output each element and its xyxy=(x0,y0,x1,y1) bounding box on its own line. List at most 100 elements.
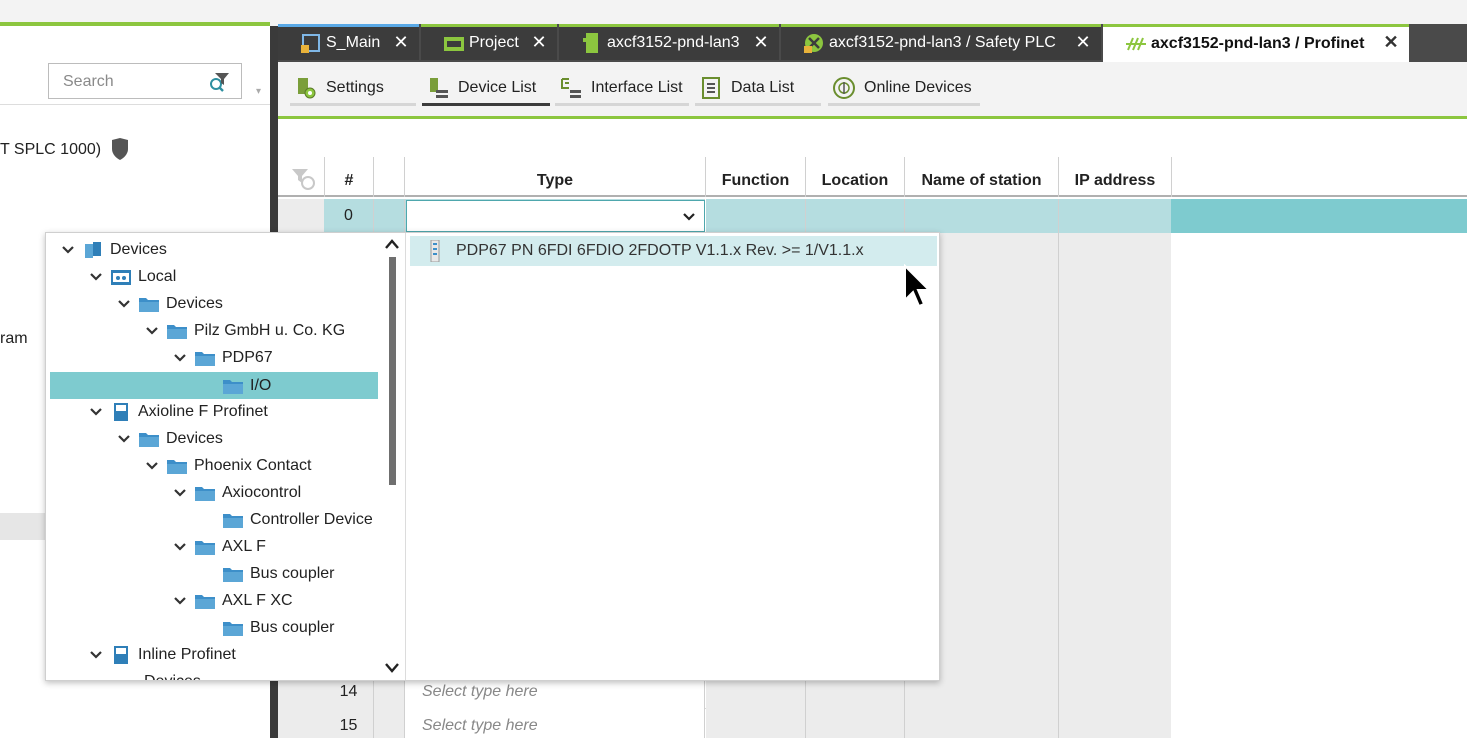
chevron-down-icon[interactable] xyxy=(172,593,188,609)
tree-scrollbar-thumb[interactable] xyxy=(389,257,396,485)
tree-node-axioline-devices[interactable]: Devices xyxy=(116,425,223,452)
data-list-button[interactable]: Data List xyxy=(695,72,821,106)
header-function[interactable]: Function xyxy=(706,157,806,197)
close-icon[interactable]: ✕ xyxy=(393,33,409,51)
header-name-of-station[interactable]: Name of station xyxy=(905,157,1059,197)
tree-node-axioline[interactable]: Axioline F Profinet xyxy=(88,398,268,425)
row-ip-cell[interactable] xyxy=(1059,675,1172,709)
chevron-down-icon[interactable] xyxy=(88,404,104,420)
row-ip-cell[interactable] xyxy=(1059,607,1172,641)
row-ip-cell[interactable] xyxy=(1059,539,1172,573)
chevron-down-icon[interactable] xyxy=(88,269,104,285)
row-ip-cell[interactable] xyxy=(1059,267,1172,301)
tree-node-bus-coupler[interactable]: Bus coupler xyxy=(222,560,335,587)
chevron-down-icon[interactable] xyxy=(144,323,160,339)
tree-node-local[interactable]: Local xyxy=(88,263,176,290)
close-icon[interactable]: ✕ xyxy=(1383,33,1399,51)
row-ip-cell[interactable] xyxy=(1059,301,1172,335)
row-type-cell[interactable]: Select type here xyxy=(405,709,705,738)
tab-s-main[interactable]: S_Main ✕ xyxy=(278,24,419,60)
tab-safety-plc[interactable]: axcf3152-pnd-lan3 / Safety PLC ✕ xyxy=(781,24,1101,60)
row-filler xyxy=(1171,607,1467,641)
divider xyxy=(0,104,270,105)
tab-controller[interactable]: axcf3152-pnd-lan3 ✕ xyxy=(559,24,779,60)
plc-program-icon xyxy=(301,34,320,53)
tree-node-label: Devices xyxy=(110,241,167,258)
tree-node-axl-f[interactable]: AXL F xyxy=(172,533,266,560)
tree-node-bus-coupler-xc[interactable]: Bus coupler xyxy=(222,614,335,641)
row-ip-cell[interactable] xyxy=(1059,471,1172,505)
result-item[interactable]: PDP67 PN 6FDI 6FDIO 2FDOTP V1.1.x Rev. >… xyxy=(410,236,937,266)
devices-icon xyxy=(85,241,101,258)
chevron-down-icon[interactable] xyxy=(88,647,104,663)
safety-plc-icon xyxy=(804,34,823,53)
row-filler xyxy=(1171,437,1467,471)
row-ip-cell[interactable] xyxy=(1059,573,1172,607)
tree-node-devices[interactable]: Devices xyxy=(60,236,167,263)
row-name-cell[interactable] xyxy=(905,199,1059,233)
row-location-cell[interactable] xyxy=(806,709,905,738)
tree-node-inline-devices[interactable]: Devices xyxy=(144,668,201,680)
tree-node-pilz[interactable]: Pilz GmbH u. Co. KG xyxy=(144,317,345,344)
tab-accent xyxy=(1103,24,1409,27)
chevron-down-icon[interactable] xyxy=(682,210,696,224)
tree-node-phoenix[interactable]: Phoenix Contact xyxy=(144,452,311,479)
chevron-down-icon[interactable] xyxy=(116,431,132,447)
row-ip-cell[interactable] xyxy=(1059,709,1172,738)
tree-node-pdp67[interactable]: PDP67 xyxy=(172,344,273,371)
header-location[interactable]: Location xyxy=(806,157,905,197)
row-ip-cell[interactable] xyxy=(1059,437,1172,471)
search-input[interactable] xyxy=(63,72,203,92)
chevron-down-icon[interactable] xyxy=(172,539,188,555)
row-name-cell[interactable] xyxy=(905,709,1059,738)
row-function-cell[interactable] xyxy=(706,199,806,233)
chevron-down-icon[interactable] xyxy=(172,350,188,366)
interface-list-button[interactable]: Interface List xyxy=(555,72,689,106)
device-list-button[interactable]: Device List xyxy=(422,72,550,106)
row-ip-cell[interactable] xyxy=(1059,233,1172,267)
row-function-cell[interactable] xyxy=(706,709,806,738)
header-ip-address[interactable]: IP address xyxy=(1059,157,1172,197)
row-ip-cell[interactable] xyxy=(1059,335,1172,369)
tree-node-label: Devices xyxy=(166,295,223,312)
chevron-up-icon[interactable] xyxy=(384,237,400,251)
tree-node-controller-device[interactable]: Controller Device xyxy=(222,506,373,533)
row-ip-cell[interactable] xyxy=(1059,641,1172,675)
tab-accent xyxy=(421,24,557,27)
header-type[interactable]: Type xyxy=(405,157,706,197)
chevron-down-icon[interactable] xyxy=(144,458,160,474)
chevron-down-icon[interactable] xyxy=(384,661,400,675)
interface-list-label: Interface List xyxy=(591,78,683,96)
row-ip-cell[interactable] xyxy=(1059,505,1172,539)
tree-node-local-devices[interactable]: Devices xyxy=(116,290,223,317)
search-options-chevron-icon[interactable]: ▾ xyxy=(256,86,266,97)
tab-project[interactable]: Project ✕ xyxy=(421,24,557,60)
table-header: # Type Function Location Name of station… xyxy=(278,157,1467,197)
tree-node-io[interactable]: I/O xyxy=(222,372,271,399)
search-box[interactable] xyxy=(48,63,242,99)
chevron-down-icon[interactable] xyxy=(172,485,188,501)
shield-icon xyxy=(112,138,128,160)
row-ip-cell[interactable] xyxy=(1059,369,1172,403)
tree-node-axiocontrol[interactable]: Axiocontrol xyxy=(172,479,301,506)
chevron-down-icon[interactable] xyxy=(116,296,132,312)
tree-node-axl-f-xc[interactable]: AXL F XC xyxy=(172,587,293,614)
chevron-down-icon[interactable] xyxy=(60,242,76,258)
online-devices-button[interactable]: Online Devices xyxy=(828,72,980,106)
tree-node-label: AXL F XC xyxy=(222,592,293,609)
row-location-cell[interactable] xyxy=(806,199,905,233)
close-icon[interactable]: ✕ xyxy=(531,33,547,51)
table-row[interactable]: 15 Select type here xyxy=(278,709,1467,738)
row-flag xyxy=(374,709,405,738)
close-icon[interactable]: ✕ xyxy=(1075,33,1091,51)
search-filter-icon[interactable] xyxy=(207,70,231,94)
row-ip-cell[interactable] xyxy=(1059,403,1172,437)
row-ip-cell[interactable] xyxy=(1059,199,1172,233)
close-icon[interactable]: ✕ xyxy=(753,33,769,51)
tab-profinet[interactable]: axcf3152-pnd-lan3 / Profinet ✕ xyxy=(1103,24,1409,62)
header-number[interactable]: # xyxy=(324,157,374,197)
settings-button[interactable]: Settings xyxy=(290,72,416,106)
tab-label: axcf3152-pnd-lan3 xyxy=(607,34,740,51)
type-combobox[interactable] xyxy=(406,200,705,232)
tree-node-inline-profinet[interactable]: Inline Profinet xyxy=(88,641,236,668)
